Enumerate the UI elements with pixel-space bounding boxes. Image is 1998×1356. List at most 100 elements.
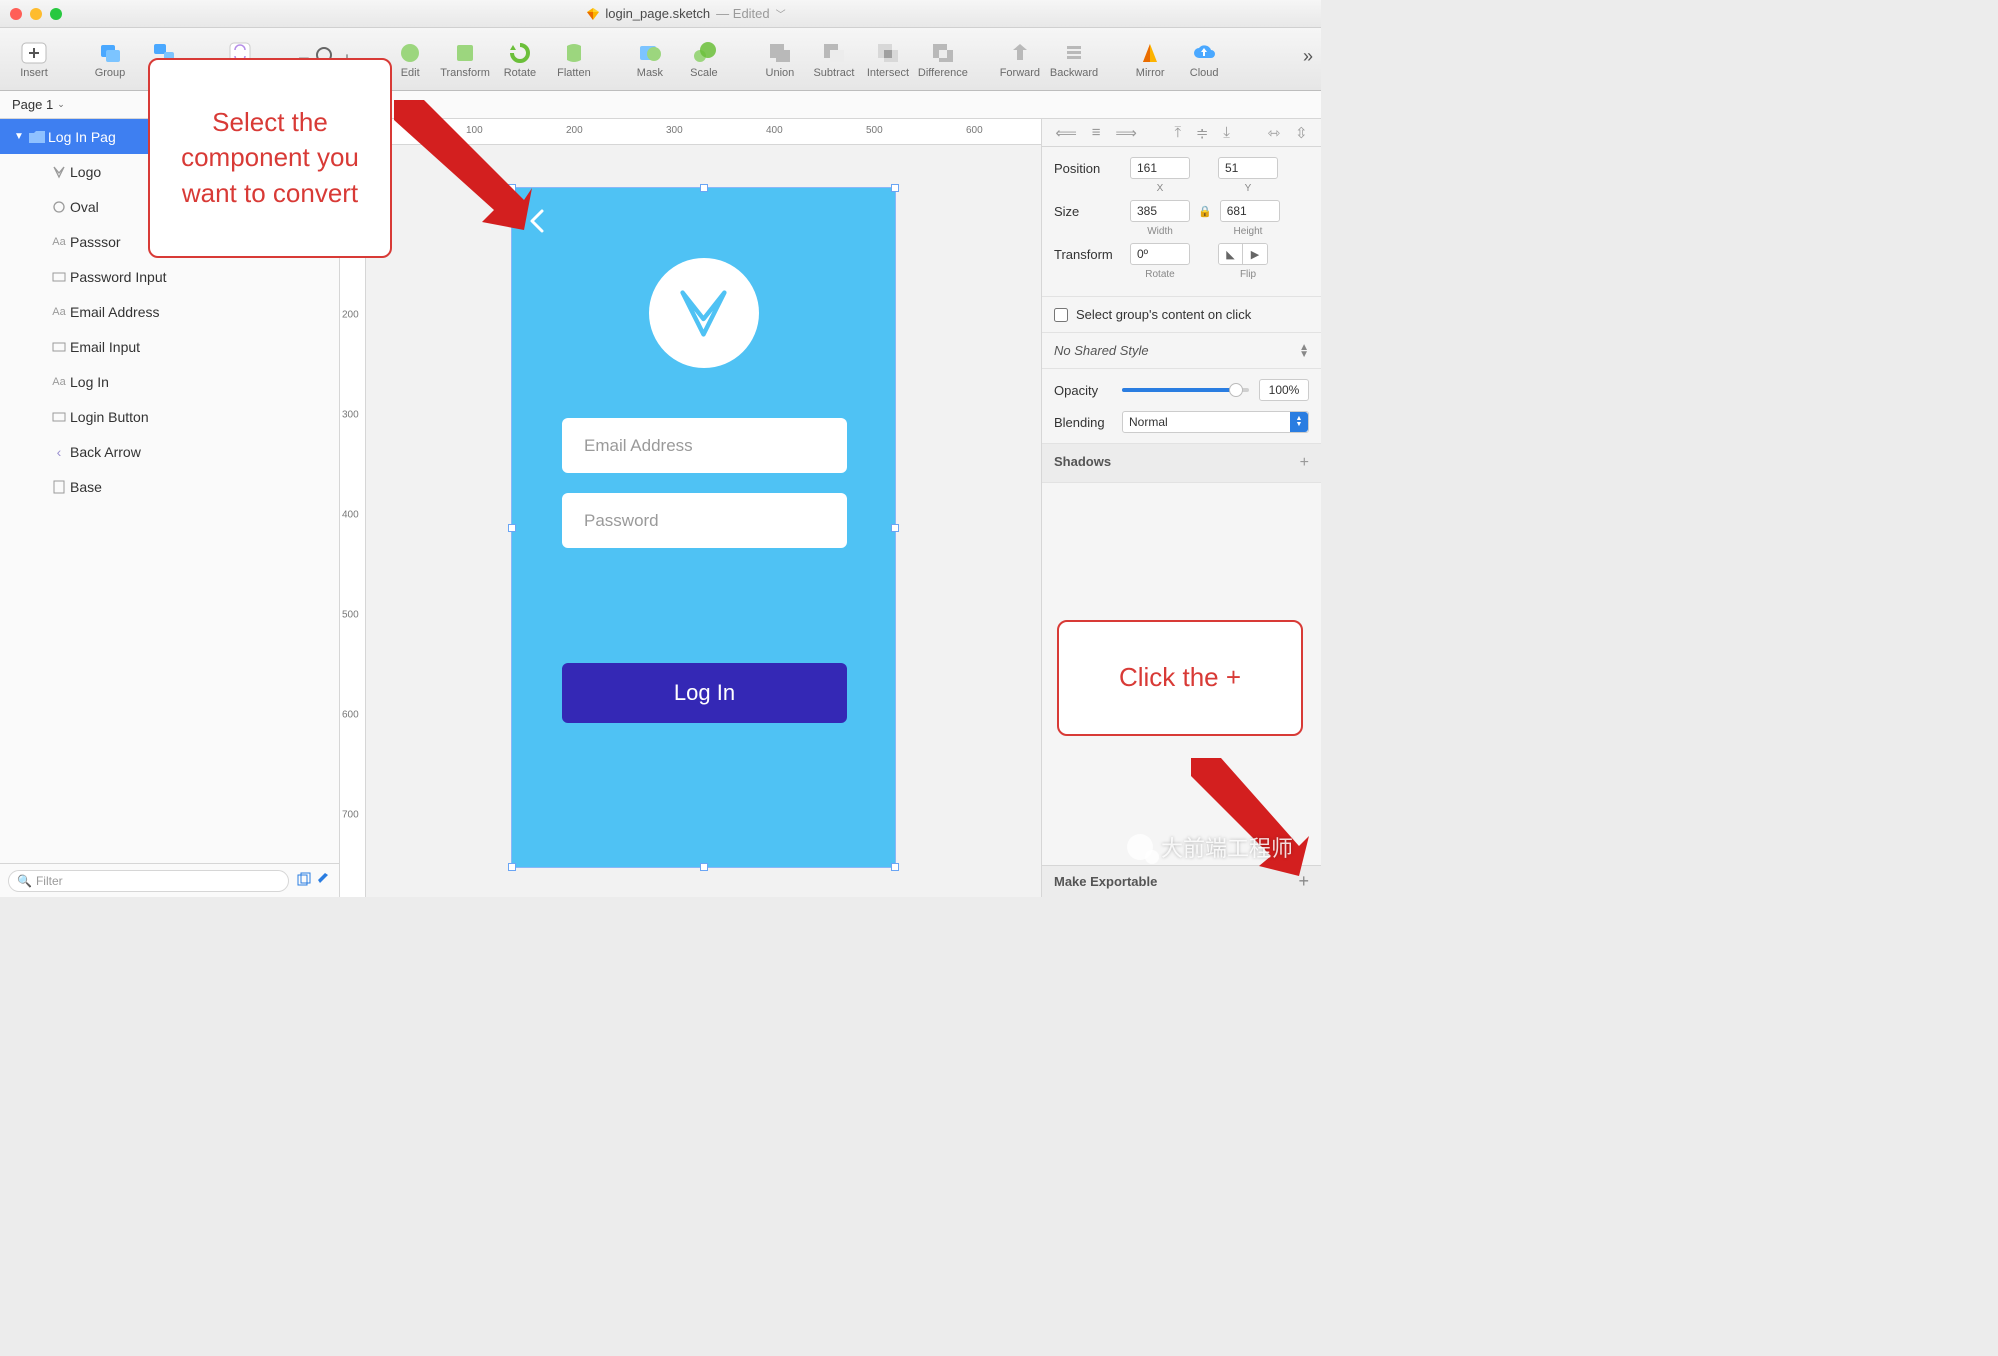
- mask-button[interactable]: Mask: [626, 39, 674, 79]
- align-bottom-icon[interactable]: ⤓: [1223, 124, 1230, 141]
- minimize-window-button[interactable]: [30, 8, 42, 20]
- layer-filter-input[interactable]: 🔍 Filter: [8, 870, 289, 892]
- backward-button[interactable]: Backward: [1050, 39, 1098, 79]
- transform-button[interactable]: Transform: [440, 39, 490, 79]
- resize-handle[interactable]: [508, 524, 516, 532]
- rotate-label: Rotate: [504, 67, 536, 79]
- opacity-label: Opacity: [1054, 383, 1112, 398]
- layer-email-text[interactable]: AaEmail Address: [0, 294, 339, 329]
- ruler-tick: 600: [342, 710, 359, 721]
- group-button[interactable]: Group: [86, 39, 134, 79]
- layer-label: Email Input: [70, 339, 140, 355]
- resize-handle[interactable]: [891, 524, 899, 532]
- resize-handle[interactable]: [700, 184, 708, 192]
- layer-label: Passsor: [70, 234, 121, 250]
- scale-button[interactable]: Scale: [680, 39, 728, 79]
- resize-handle[interactable]: [891, 863, 899, 871]
- flatten-button[interactable]: Flatten: [550, 39, 598, 79]
- ruler-tick: 600: [966, 125, 983, 136]
- intersect-label: Intersect: [867, 67, 909, 79]
- layer-login-button[interactable]: Login Button: [0, 399, 339, 434]
- toolbar-overflow-icon[interactable]: »: [1303, 46, 1313, 67]
- edit-label: Edit: [401, 67, 420, 79]
- insert-button[interactable]: Insert: [10, 39, 58, 79]
- layer-password-input[interactable]: Password Input: [0, 259, 339, 294]
- ruler-tick: 200: [566, 125, 583, 136]
- zoom-window-button[interactable]: [50, 8, 62, 20]
- close-window-button[interactable]: [10, 8, 22, 20]
- align-left-icon[interactable]: ⟸: [1055, 124, 1077, 142]
- pages-icon[interactable]: [297, 872, 311, 889]
- shared-style-label: No Shared Style: [1054, 343, 1149, 358]
- size-label: Size: [1054, 204, 1122, 219]
- difference-label: Difference: [918, 67, 968, 79]
- width-input[interactable]: 385: [1130, 200, 1190, 222]
- height-input[interactable]: 681: [1220, 200, 1280, 222]
- position-x-input[interactable]: 161: [1130, 157, 1190, 179]
- layer-base[interactable]: Base: [0, 469, 339, 504]
- forward-button[interactable]: Forward: [996, 39, 1044, 79]
- ruler-tick: 400: [766, 125, 783, 136]
- lock-aspect-icon[interactable]: 🔒: [1198, 205, 1212, 218]
- slice-icon[interactable]: [317, 872, 331, 889]
- add-shadow-button[interactable]: +: [1300, 454, 1309, 472]
- insert-label: Insert: [20, 67, 48, 79]
- cloud-button[interactable]: Cloud: [1180, 39, 1228, 79]
- opacity-value[interactable]: 100%: [1259, 379, 1309, 401]
- flip-v-button[interactable]: ▶: [1243, 244, 1267, 264]
- y-sublabel: Y: [1218, 183, 1278, 194]
- opacity-slider[interactable]: [1122, 388, 1249, 392]
- layer-label: Back Arrow: [70, 444, 141, 460]
- ruler-tick: 300: [342, 410, 359, 421]
- blending-label: Blending: [1054, 415, 1112, 430]
- align-center-h-icon[interactable]: ≡: [1092, 124, 1101, 141]
- make-exportable-label: Make Exportable: [1054, 874, 1157, 889]
- shared-style-select[interactable]: No Shared Style ▲▼: [1042, 333, 1321, 369]
- align-middle-icon[interactable]: ≑: [1196, 124, 1209, 142]
- height-sublabel: Height: [1218, 226, 1278, 237]
- distribute-h-icon[interactable]: ⇿: [1268, 124, 1281, 142]
- layer-login-text[interactable]: AaLog In: [0, 364, 339, 399]
- rotate-input[interactable]: 0º: [1130, 243, 1190, 265]
- disclosure-triangle-icon[interactable]: ▼: [12, 131, 26, 142]
- resize-handle[interactable]: [508, 863, 516, 871]
- window-titlebar: login_page.sketch — Edited ﹀: [0, 0, 1321, 28]
- rotate-button[interactable]: Rotate: [496, 39, 544, 79]
- difference-button[interactable]: Difference: [918, 39, 968, 79]
- flip-h-button[interactable]: ◣: [1219, 244, 1243, 264]
- distribute-v-icon[interactable]: ⇳: [1295, 124, 1308, 142]
- email-placeholder: Email Address: [584, 436, 693, 456]
- edit-button[interactable]: Edit: [386, 39, 434, 79]
- position-y-input[interactable]: 51: [1218, 157, 1278, 179]
- rect-icon: [48, 272, 70, 282]
- select-group-checkbox[interactable]: [1054, 308, 1068, 322]
- forward-label: Forward: [1000, 67, 1040, 79]
- blending-row: Blending Normal ▲▼: [1042, 411, 1321, 444]
- align-right-icon[interactable]: ⟹: [1115, 124, 1137, 142]
- annotation-callout-2: Click the +: [1057, 620, 1303, 736]
- union-button[interactable]: Union: [756, 39, 804, 79]
- ruler-tick: 700: [342, 810, 359, 821]
- subtract-button[interactable]: Subtract: [810, 39, 858, 79]
- blending-value: Normal: [1129, 415, 1168, 429]
- ruler-tick: 500: [342, 610, 359, 621]
- layer-back-arrow[interactable]: ‹Back Arrow: [0, 434, 339, 469]
- logo-shape-icon: [48, 165, 70, 179]
- layer-email-input[interactable]: Email Input: [0, 329, 339, 364]
- layer-label: Log In: [70, 374, 109, 390]
- artboard-login-page[interactable]: Email Address Password Log In: [511, 187, 896, 868]
- blending-select[interactable]: Normal ▲▼: [1122, 411, 1309, 433]
- title-chevron-icon[interactable]: ﹀: [776, 6, 786, 21]
- resize-handle[interactable]: [700, 863, 708, 871]
- canvas[interactable]: Email Address Password Log In: [366, 145, 1041, 897]
- select-group-content-row[interactable]: Select group's content on click: [1042, 297, 1321, 333]
- mask-label: Mask: [637, 67, 663, 79]
- sidebar-footer-icons: [297, 872, 331, 889]
- intersect-button[interactable]: Intersect: [864, 39, 912, 79]
- mirror-button[interactable]: Mirror: [1126, 39, 1174, 79]
- shadows-section-header[interactable]: Shadows +: [1042, 444, 1321, 483]
- align-top-icon[interactable]: ⤒: [1174, 124, 1181, 141]
- rect-icon: [48, 342, 70, 352]
- resize-handle[interactable]: [891, 184, 899, 192]
- layer-label: Login Button: [70, 409, 149, 425]
